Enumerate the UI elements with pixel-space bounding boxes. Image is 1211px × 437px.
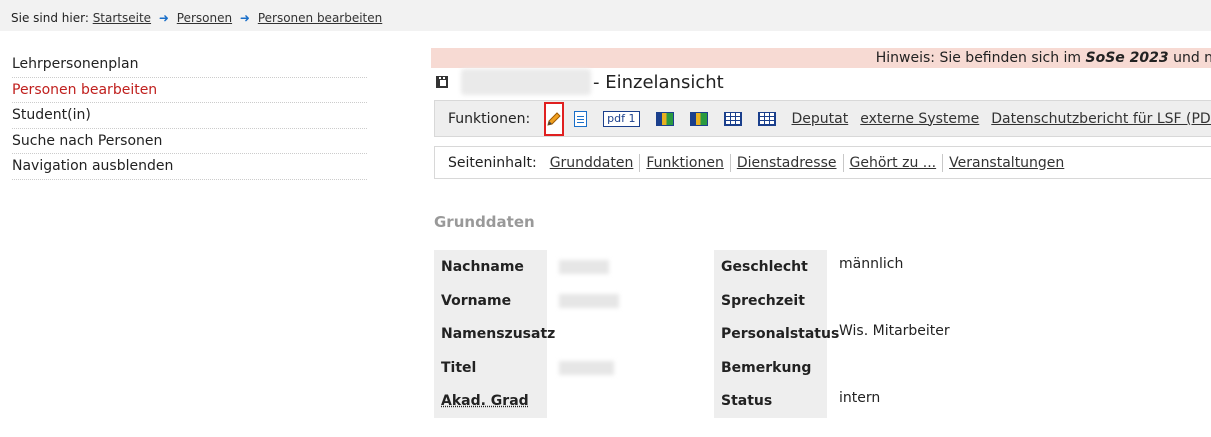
field-label-geschlecht: Geschlecht [714, 250, 827, 284]
anchor-grunddaten[interactable]: Grunddaten [550, 155, 634, 171]
field-value-nachname [547, 250, 609, 284]
schedule-export-icon [689, 111, 708, 126]
anchor-dienstadresse[interactable]: Dienstadresse [737, 155, 837, 171]
table-pdf-alt-button[interactable] [757, 107, 776, 131]
redacted-value [559, 293, 619, 308]
anchor-veranstaltungen[interactable]: Veranstaltungen [949, 155, 1064, 171]
sidebar-item-personen-bearbeiten[interactable]: Personen bearbeiten [12, 78, 367, 103]
field-label-namenszusatz: Namenszusatz [434, 317, 555, 351]
table-row: Nachname [434, 250, 619, 284]
field-label-akad-grad: Akad. Grad [434, 384, 547, 418]
grunddaten-left-table: Nachname Vorname Namenszusatz Titel Akad… [434, 250, 619, 418]
table-row: Bemerkung [714, 350, 950, 385]
field-value-status: intern [839, 390, 881, 406]
redacted-person-name [461, 69, 591, 95]
grunddaten-right-table: Geschlecht männlich Sprechzeit Personals… [714, 250, 950, 418]
field-value-sprechzeit [827, 284, 839, 318]
field-label-bemerkung: Bemerkung [714, 350, 827, 384]
schedule-button[interactable] [655, 107, 674, 131]
field-value-personalstatus: Wis. Mitarbeiter [839, 323, 950, 339]
pencil-icon [547, 111, 561, 126]
table-row: Vorname [434, 283, 619, 318]
sidebar-item-student[interactable]: Student(in) [12, 103, 367, 129]
document-icon [574, 110, 588, 127]
semester-notice: Hinweis: Sie befinden sich im SoSe 2023 … [431, 48, 1211, 68]
field-value-titel [547, 351, 614, 385]
table-row: Namenszusatz [434, 317, 619, 351]
anchor-gehoert-zu[interactable]: Gehört zu ... [850, 155, 937, 171]
breadcrumb-prefix: Sie sind hier: [11, 11, 89, 25]
breadcrumb-link-personen[interactable]: Personen [177, 11, 232, 25]
field-value-akad-grad [547, 384, 559, 418]
anchor-funktionen[interactable]: Funktionen [646, 155, 723, 171]
table-row: Status intern [714, 384, 950, 418]
notice-suffix: und nicht [1173, 50, 1211, 66]
field-label-status: Status [714, 384, 827, 418]
field-value-namenszusatz [547, 317, 559, 351]
notice-prefix: Hinweis: Sie befinden sich im [875, 50, 1086, 66]
field-label-sprechzeit: Sprechzeit [714, 283, 827, 317]
pdf-button[interactable]: pdf 1 [603, 107, 640, 131]
functions-label: Funktionen: [448, 110, 531, 127]
document-button[interactable] [574, 107, 588, 131]
breadcrumb-link-startseite[interactable]: Startseite [93, 11, 151, 25]
redacted-value [559, 360, 614, 375]
link-datenschutzbericht[interactable]: Datenschutzbericht für LSF (PDF) [991, 111, 1211, 127]
table-row: Titel [434, 350, 619, 385]
sidebar-nav: Lehrpersonenplan Personen bearbeiten Stu… [12, 52, 367, 180]
pdf-icon: pdf 1 [603, 110, 640, 127]
field-label-personalstatus: Personalstatus [714, 317, 839, 351]
breadcrumb: Sie sind hier: Startseite ➜ Personen ➜ P… [0, 0, 1211, 31]
page-title-suffix: - Einzelansicht [593, 71, 724, 93]
qr-code-icon[interactable] [436, 76, 448, 88]
sidebar-item-navigation-ausblenden[interactable]: Navigation ausblenden [12, 154, 367, 180]
page-content-label: Seiteninhalt: [448, 154, 537, 171]
schedule-table-icon [655, 111, 674, 126]
functions-toolbar: Funktionen: pdf 1 Deputat externe System… [434, 100, 1211, 137]
content-divider [842, 153, 844, 172]
link-externe-systeme[interactable]: externe Systeme [860, 111, 979, 127]
table-pdf-icon [723, 111, 742, 126]
breadcrumb-link-personen-bearbeiten[interactable]: Personen bearbeiten [258, 11, 382, 25]
table-row: Geschlecht männlich [714, 250, 950, 284]
schedule-export-button[interactable] [689, 107, 708, 131]
field-value-bemerkung [827, 351, 839, 385]
sidebar-item-lehrpersonenplan[interactable]: Lehrpersonenplan [12, 52, 367, 78]
table-row: Sprechzeit [714, 283, 950, 318]
sidebar-item-suche-nach-personen[interactable]: Suche nach Personen [12, 129, 367, 154]
page-title: - Einzelansicht [436, 69, 724, 95]
field-value-geschlecht: männlich [839, 256, 904, 272]
field-label-nachname: Nachname [434, 250, 547, 284]
edit-pencil-button[interactable] [544, 101, 565, 136]
arrow-right-icon: ➜ [239, 11, 250, 25]
arrow-right-icon: ➜ [158, 11, 169, 25]
content-divider [942, 153, 944, 172]
table-row: Personalstatus Wis. Mitarbeiter [714, 317, 950, 351]
content-divider [639, 153, 641, 172]
section-title-grunddaten: Grunddaten [434, 213, 535, 231]
redacted-value [559, 260, 609, 274]
field-label-titel: Titel [434, 350, 547, 384]
table-pdf-button[interactable] [723, 107, 742, 131]
table-row: Akad. Grad [434, 384, 619, 418]
field-label-vorname: Vorname [434, 283, 547, 317]
table-pdf-alt-icon [757, 111, 776, 126]
notice-semester: SoSe 2023 [1085, 50, 1169, 66]
field-value-vorname [547, 284, 619, 318]
link-deputat[interactable]: Deputat [792, 111, 849, 127]
page-content-nav: Seiteninhalt: Grunddaten Funktionen Dien… [434, 146, 1211, 179]
content-divider [729, 153, 731, 172]
